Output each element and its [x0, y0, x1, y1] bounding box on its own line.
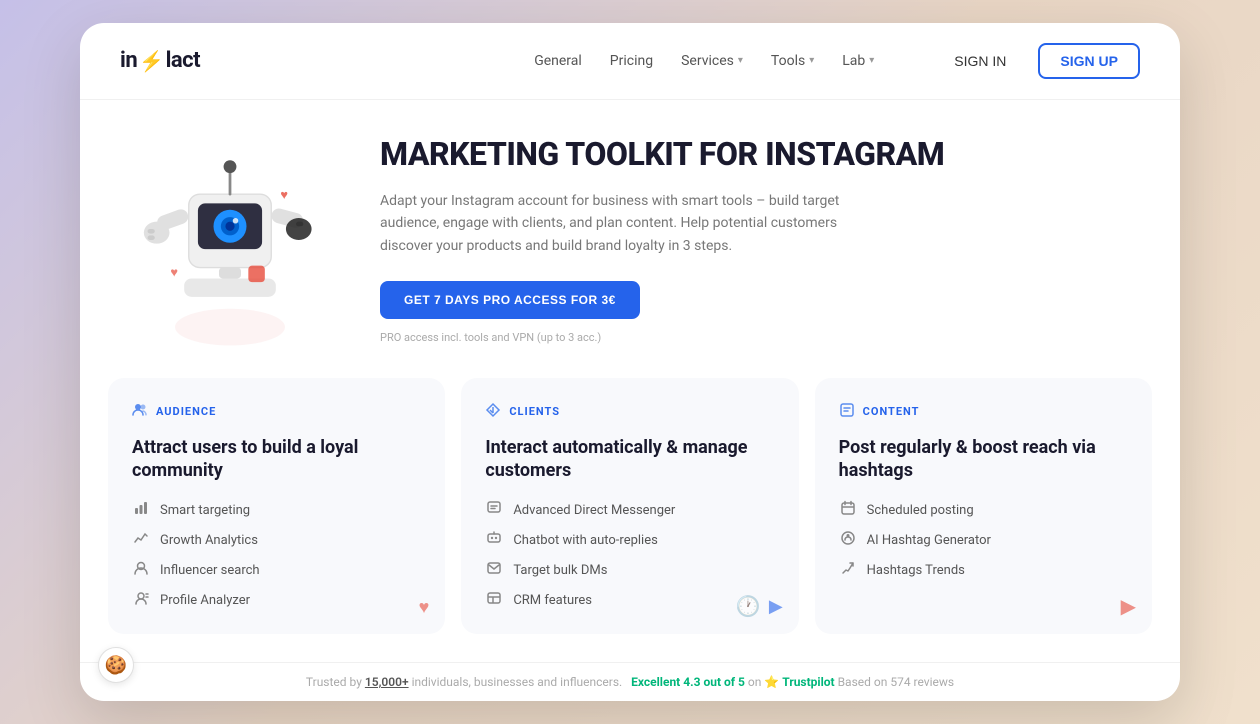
influencer-icon: [132, 560, 150, 580]
list-item-label: Advanced Direct Messenger: [513, 503, 675, 518]
feature-tag-content: CONTENT: [839, 402, 1128, 422]
messenger-icon: [485, 500, 503, 520]
rating-text: Excellent 4.3 out of 5: [631, 675, 745, 689]
hero-section: ♥ ♥ MARKETING TOOLKIT FOR INSTAGRAM Adap…: [80, 100, 1180, 370]
list-item-label: Growth Analytics: [160, 533, 258, 548]
targeting-icon: [132, 500, 150, 520]
chevron-down-icon: ▾: [809, 55, 814, 66]
navbar: in ⚡ lact General Pricing Services ▾ Too…: [80, 23, 1180, 100]
logo-lightning-icon: ⚡: [139, 49, 163, 73]
feature-tag-clients: CLIENTS: [485, 402, 774, 422]
audience-feature-title: Attract users to build a loyal community: [132, 436, 421, 483]
clients-feature-list: Advanced Direct Messenger Chatbot with a…: [485, 500, 774, 610]
clients-decoration: 🕐 ▶: [736, 594, 783, 618]
signin-button[interactable]: SIGN IN: [934, 43, 1026, 79]
profile-icon: [132, 590, 150, 610]
list-item-label: Smart targeting: [160, 503, 250, 518]
nav-item-lab[interactable]: Lab ▾: [842, 53, 874, 69]
list-item-label: Influencer search: [160, 563, 260, 578]
list-item: CRM features: [485, 590, 774, 610]
clients-tag-icon: [485, 402, 501, 422]
trusted-link[interactable]: 15,000+: [365, 675, 409, 689]
audience-tag-icon: [132, 402, 148, 422]
hero-image: ♥ ♥: [120, 130, 340, 350]
crm-icon: [485, 590, 503, 610]
clock-icon: 🕐: [736, 594, 761, 618]
nav-item-services[interactable]: Services ▾: [681, 53, 743, 69]
audience-decoration: ♥: [419, 597, 430, 618]
features-section: AUDIENCE Attract users to build a loyal …: [80, 370, 1180, 663]
cta-button[interactable]: GET 7 DAYS PRO ACCESS FOR 3€: [380, 281, 640, 319]
main-card: in ⚡ lact General Pricing Services ▾ Too…: [80, 23, 1180, 702]
chatbot-icon: [485, 530, 503, 550]
feature-card-clients: CLIENTS Interact automatically & manage …: [461, 378, 798, 635]
cta-note: PRO access incl. tools and VPN (up to 3 …: [380, 331, 1140, 344]
on-text: on ⭐: [748, 675, 782, 689]
reviews-count: Based on 574 reviews: [838, 675, 955, 689]
svg-text:♥: ♥: [170, 265, 178, 280]
robot-illustration: ♥ ♥: [130, 130, 330, 350]
cookie-icon: 🍪: [105, 655, 127, 676]
list-item: Smart targeting: [132, 500, 421, 520]
content-tag-label: CONTENT: [863, 405, 920, 418]
chevron-down-icon: ▾: [869, 55, 874, 66]
logo-suffix: lact: [166, 48, 201, 73]
content-decoration: ▶: [1121, 594, 1136, 618]
nav-links: General Pricing Services ▾ Tools ▾ Lab ▾: [534, 53, 874, 69]
logo-text: in: [120, 48, 137, 73]
audience-tag-label: AUDIENCE: [156, 405, 216, 418]
nav-item-pricing[interactable]: Pricing: [610, 53, 653, 69]
list-item: Target bulk DMs: [485, 560, 774, 580]
feature-tag-audience: AUDIENCE: [132, 402, 421, 422]
hashtag-gen-icon: [839, 530, 857, 550]
list-item-label: Scheduled posting: [867, 503, 974, 518]
list-item-label: Chatbot with auto-replies: [513, 533, 657, 548]
list-item-label: AI Hashtag Generator: [867, 533, 991, 548]
clients-feature-title: Interact automatically & manage customer…: [485, 436, 774, 483]
bulk-dm-icon: [485, 560, 503, 580]
list-item: AI Hashtag Generator: [839, 530, 1128, 550]
content-tag-icon: [839, 402, 855, 422]
heart-icon: ♥: [419, 597, 430, 618]
list-item-label: CRM features: [513, 593, 592, 608]
list-item: Influencer search: [132, 560, 421, 580]
list-item-label: Target bulk DMs: [513, 563, 607, 578]
list-item: Chatbot with auto-replies: [485, 530, 774, 550]
hero-content: MARKETING TOOLKIT FOR INSTAGRAM Adapt yo…: [380, 135, 1140, 344]
hero-title: MARKETING TOOLKIT FOR INSTAGRAM: [380, 135, 1140, 173]
nav-item-general[interactable]: General: [534, 53, 582, 69]
content-feature-list: Scheduled posting AI Hashtag Generator H…: [839, 500, 1128, 580]
list-item: Growth Analytics: [132, 530, 421, 550]
nav-actions: SIGN IN SIGN UP: [934, 43, 1140, 79]
list-item: Profile Analyzer: [132, 590, 421, 610]
svg-text:♥: ♥: [280, 187, 288, 202]
footer-bar: Trusted by 15,000+ individuals, business…: [80, 662, 1180, 701]
nav-item-tools[interactable]: Tools ▾: [771, 53, 814, 69]
analytics-icon: [132, 530, 150, 550]
clients-tag-label: CLIENTS: [509, 405, 560, 418]
list-item: Scheduled posting: [839, 500, 1128, 520]
play-icon: ▶: [1121, 594, 1136, 618]
signup-button[interactable]: SIGN UP: [1038, 43, 1140, 79]
trusted-text: Trusted by: [306, 675, 362, 689]
list-item: Advanced Direct Messenger: [485, 500, 774, 520]
feature-card-content: CONTENT Post regularly & boost reach via…: [815, 378, 1152, 635]
arrow-icon: ▶: [769, 596, 783, 617]
list-item: Hashtags Trends: [839, 560, 1128, 580]
hashtag-trends-icon: [839, 560, 857, 580]
trusted-suffix-text: individuals, businesses and influencers.: [412, 675, 623, 689]
list-item-label: Profile Analyzer: [160, 593, 250, 608]
feature-card-audience: AUDIENCE Attract users to build a loyal …: [108, 378, 445, 635]
logo: in ⚡ lact: [120, 48, 200, 73]
scheduled-icon: [839, 500, 857, 520]
hero-description: Adapt your Instagram account for busines…: [380, 190, 860, 257]
chevron-down-icon: ▾: [738, 55, 743, 66]
content-feature-title: Post regularly & boost reach via hashtag…: [839, 436, 1128, 483]
list-item-label: Hashtags Trends: [867, 563, 965, 578]
trustpilot-label: Trustpilot: [782, 675, 834, 689]
audience-feature-list: Smart targeting Growth Analytics Influen…: [132, 500, 421, 610]
